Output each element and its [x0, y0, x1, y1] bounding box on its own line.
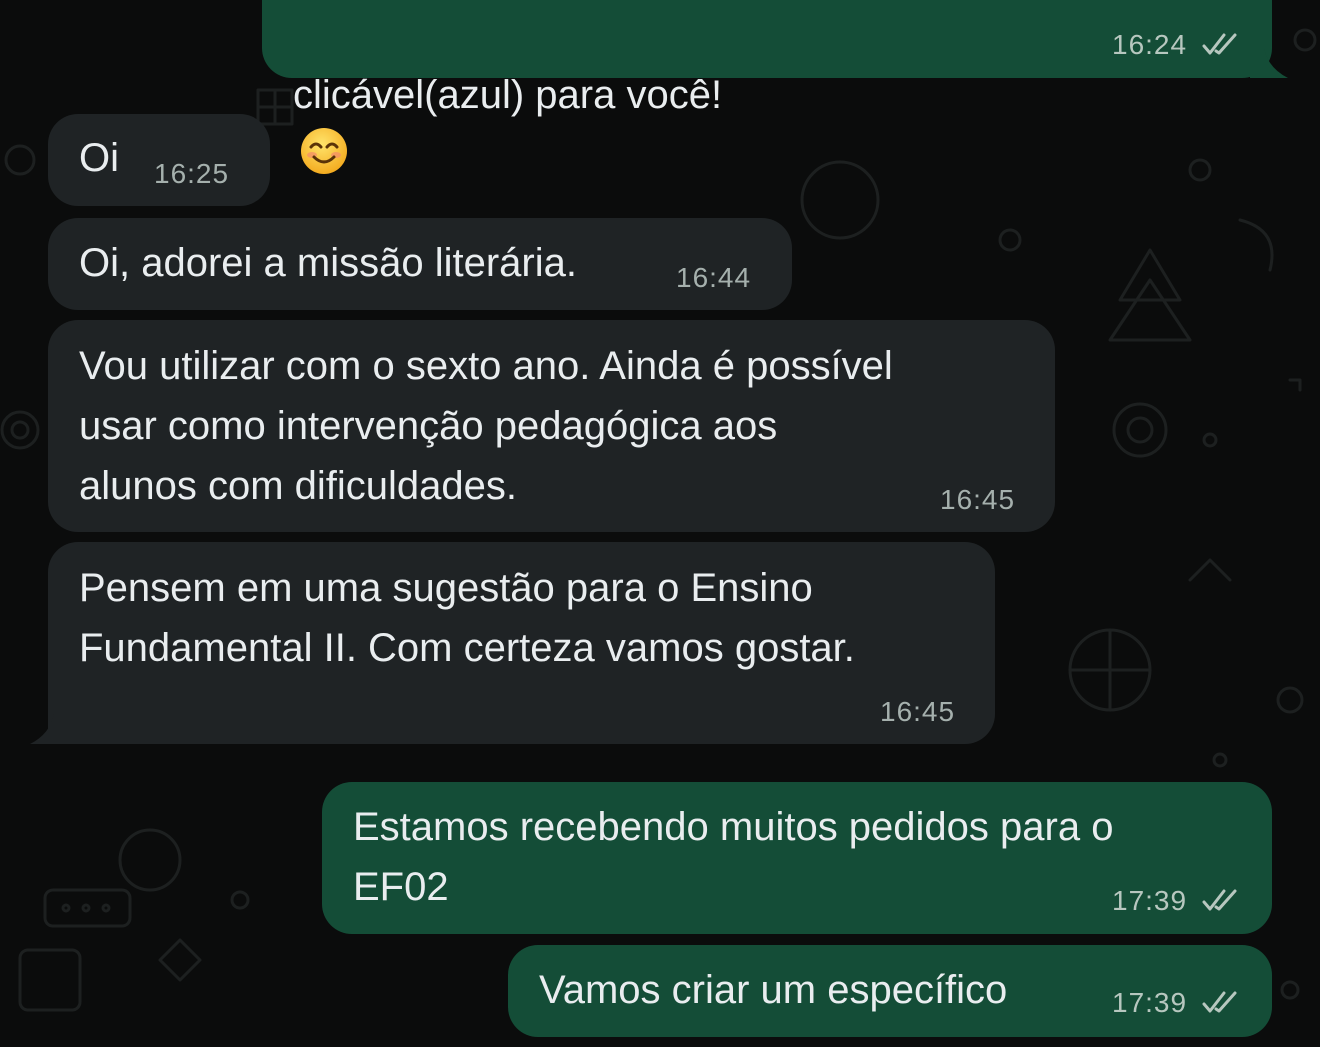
message-bubble-outgoing[interactable]: Estamos recebendo muitos pedidos para o …	[322, 782, 1272, 934]
smiling-face-emoji	[301, 128, 347, 174]
message-timestamp: 16:45	[940, 484, 1016, 515]
message-text: Estamos recebendo muitos pedidos para o …	[353, 805, 1114, 909]
message-text: Pensem em uma sugestão para o Ensino Fun…	[79, 566, 855, 670]
message-timestamp: 17:39	[1112, 885, 1188, 916]
message-timestamp: 16:24	[1112, 29, 1188, 60]
conversation[interactable]: clicável(azul) para você! 16:24 Oi 16:25…	[0, 0, 1320, 1047]
read-ticks-icon	[1202, 33, 1237, 55]
read-ticks-icon	[1202, 889, 1237, 911]
message-bubble-incoming[interactable]: Pensem em uma sugestão para o Ensino Fun…	[48, 542, 995, 744]
message-text: Vamos criar um específico	[539, 968, 1008, 1012]
message-bubble-outgoing[interactable]: Vamos criar um específico 17:39	[508, 945, 1272, 1037]
message-timestamp: 16:25	[154, 158, 230, 189]
message-timestamp: 17:39	[1112, 987, 1188, 1018]
bubble-tail	[1250, 48, 1288, 78]
message-text: Vou utilizar com o sexto ano. Ainda é po…	[79, 344, 893, 508]
message-bubble-outgoing[interactable]: clicável(azul) para você! 16:24	[262, 0, 1272, 174]
message-timestamp: 16:45	[880, 696, 956, 727]
message-bubble-incoming[interactable]: Vou utilizar com o sexto ano. Ainda é po…	[48, 320, 1055, 532]
message-bubble-incoming[interactable]: Oi 16:25	[48, 114, 270, 206]
message-text: clicável(azul) para você!	[293, 73, 723, 117]
message-text: Oi	[79, 136, 119, 180]
message-timestamp: 16:44	[676, 262, 752, 293]
bubble-tail	[30, 714, 68, 744]
read-ticks-icon	[1202, 991, 1237, 1013]
message-text: Oi, adorei a missão literária.	[79, 241, 577, 285]
message-bubble-incoming[interactable]: Oi, adorei a missão literária. 16:44	[48, 218, 792, 310]
